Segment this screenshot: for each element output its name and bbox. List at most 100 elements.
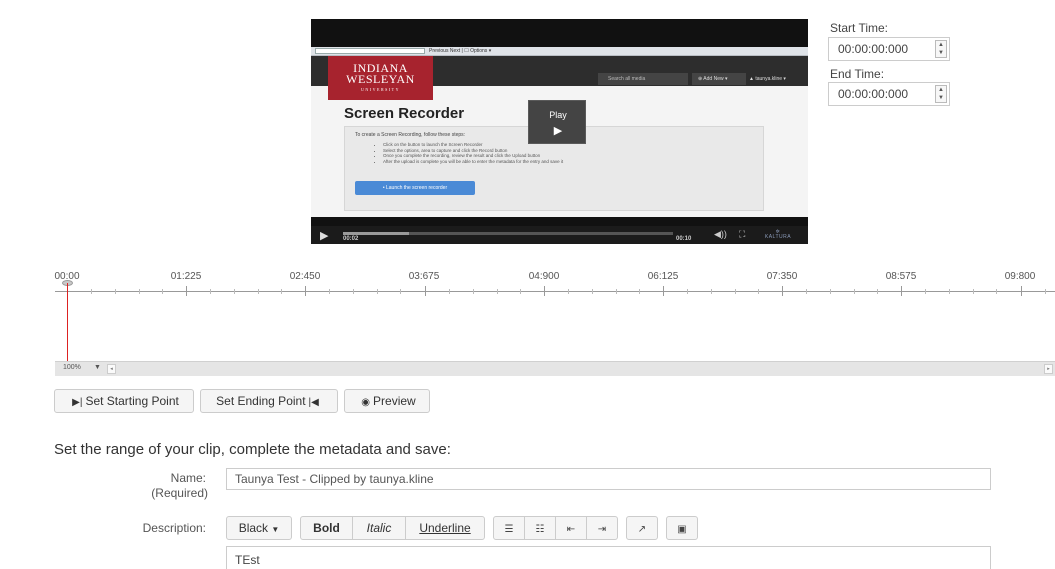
spin-down-icon[interactable]: ▼ (936, 49, 946, 57)
underline-button[interactable]: Underline (405, 516, 485, 540)
spin-up-icon[interactable]: ▲ (936, 86, 946, 94)
kaltura-wordmark: KALTURA (764, 234, 792, 240)
embedded-user-menu: ▲ taunya.kline ▾ (749, 76, 786, 82)
zoom-level[interactable]: 100% (63, 364, 81, 371)
start-time-label: Start Time: (830, 21, 889, 35)
timeline-minor-tick (877, 289, 878, 294)
embedded-page-title: Screen Recorder (344, 105, 465, 122)
start-time-input[interactable] (829, 38, 935, 60)
timeline-minor-tick (139, 289, 140, 294)
tick-label: 07:350 (766, 271, 798, 282)
description-text: TEst (235, 553, 260, 567)
volume-icon[interactable]: ◀)) (714, 229, 727, 240)
description-editor[interactable]: TEst (226, 546, 991, 569)
preview-label: Preview (373, 394, 416, 408)
timeline-minor-tick (568, 289, 569, 294)
text-color-label: Black (238, 521, 269, 535)
set-starting-point-label: Set Starting Point (85, 394, 179, 408)
timeline-playhead[interactable] (67, 283, 68, 361)
tick-label: 08:575 (885, 271, 917, 282)
end-time-spinner[interactable]: ▲ ▼ (935, 85, 947, 103)
scrubber-progress (343, 232, 409, 235)
timeline-major-tick (305, 286, 306, 296)
bold-button[interactable]: Bold (300, 516, 353, 540)
kaltura-logo: ✲ KALTURA (761, 230, 795, 240)
timeline-minor-tick (329, 289, 330, 294)
player-controls: ▶ 00:02 00:10 ◀)) ⛶ ✲ KALTURA (311, 226, 808, 244)
tick-label: 01:225 (170, 271, 202, 282)
step-back-icon: |◀ (308, 397, 319, 408)
timeline-minor-tick (497, 289, 498, 294)
share-link-icon: ↗ (637, 524, 647, 535)
embedded-steps: Click on the button to launch the Screen… (383, 142, 563, 164)
fullscreen-icon[interactable]: ⛶ (739, 229, 745, 240)
step-forward-icon: ▶| (72, 397, 83, 408)
timeline-minor-tick (735, 289, 736, 294)
indent-button[interactable]: ⇥ (586, 516, 618, 540)
timeline-minor-tick (925, 289, 926, 294)
scroll-left-icon[interactable]: ◂ (107, 364, 116, 374)
timeline-minor-tick (210, 289, 211, 294)
timeline-minor-tick (854, 289, 855, 294)
zoom-dropdown-icon[interactable]: ▼ (94, 364, 101, 371)
timeline-minor-tick (949, 289, 950, 294)
play-icon: ▶ (553, 125, 563, 137)
timeline-minor-tick (258, 289, 259, 294)
text-color-dropdown[interactable]: Black ▼ (226, 516, 292, 540)
tick-label: 02:450 (289, 271, 321, 282)
preview-button[interactable]: ◉ Preview (344, 389, 430, 413)
timeline-major-tick (1021, 286, 1022, 296)
timeline-major-tick (186, 286, 187, 296)
timeline-minor-tick (973, 289, 974, 294)
spin-up-icon[interactable]: ▲ (936, 41, 946, 49)
name-input[interactable] (226, 468, 991, 490)
spin-down-icon[interactable]: ▼ (936, 94, 946, 102)
embedded-step: After the upload is complete you will be… (383, 159, 563, 165)
play-overlay-button[interactable]: Play ▶ (528, 100, 586, 144)
embedded-search: Search all media (598, 73, 688, 85)
scrubber[interactable] (343, 232, 673, 235)
numbered-list-button[interactable]: ☷ (524, 516, 556, 540)
tick-label: 09:800 (1004, 271, 1036, 282)
video-player[interactable]: Previous Next | ☐ Options ▾ Search all m… (311, 19, 808, 244)
end-time-label: End Time: (830, 67, 885, 81)
start-time-spinner[interactable]: ▲ ▼ (935, 40, 947, 58)
timeline-minor-tick (592, 289, 593, 294)
play-overlay-label: Play (549, 110, 567, 120)
timeline-minor-tick (711, 289, 712, 294)
timeline-minor-tick (830, 289, 831, 294)
tick-label: 04:900 (528, 271, 560, 282)
timeline-minor-tick (996, 289, 997, 294)
timeline-minor-tick (115, 289, 116, 294)
set-starting-point-button[interactable]: ▶| Set Starting Point (54, 389, 194, 413)
logo-line-2: WESLEYAN (346, 72, 415, 86)
timeline-major-tick (901, 286, 902, 296)
timeline-major-tick (425, 286, 426, 296)
bullet-list-button[interactable]: ☰ (493, 516, 525, 540)
timeline-scrollbar[interactable]: 100% ▼ ◂ ▸ (55, 361, 1055, 376)
italic-button[interactable]: Italic (352, 516, 406, 540)
timeline-minor-tick (449, 289, 450, 294)
start-time-field[interactable]: ▲ ▼ (828, 37, 950, 61)
embedded-launch-button: • Launch the screen recorder (355, 181, 475, 195)
insert-image-button[interactable]: ▣ (666, 516, 698, 540)
tick-label: 06:125 (647, 271, 679, 282)
indent-icon: ⇥ (597, 524, 607, 535)
timeline-minor-tick (639, 289, 640, 294)
tick-label: 03:675 (408, 271, 440, 282)
play-pause-icon[interactable]: ▶ (320, 229, 328, 242)
end-time-field[interactable]: ▲ ▼ (828, 82, 950, 106)
timeline-minor-tick (473, 289, 474, 294)
embedded-browser-controls: Previous Next | ☐ Options ▾ (429, 48, 492, 54)
current-time: 00:02 (343, 236, 359, 242)
eye-icon: ◉ (361, 397, 371, 408)
timeline-minor-tick (520, 289, 521, 294)
scroll-right-icon[interactable]: ▸ (1044, 364, 1053, 374)
description-label: Description: (142, 521, 206, 535)
name-label: Name: (170, 471, 206, 485)
end-time-input[interactable] (829, 83, 935, 105)
set-ending-point-button[interactable]: Set Ending Point |◀ (200, 389, 338, 413)
embedded-step: Once you complete the recording, review … (383, 153, 563, 159)
outdent-button[interactable]: ⇤ (555, 516, 587, 540)
insert-link-button[interactable]: ↗ (626, 516, 658, 540)
